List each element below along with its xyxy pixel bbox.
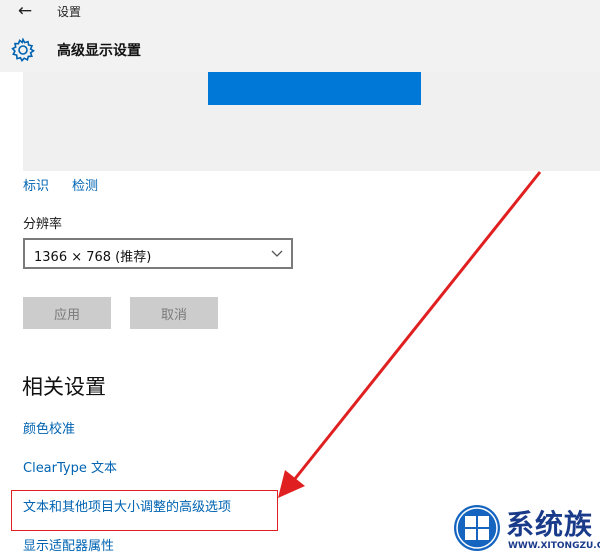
apply-button[interactable]: 应用 [23, 297, 111, 329]
gear-icon [11, 37, 35, 62]
resolution-dropdown[interactable]: 1366 × 768 (推荐) [23, 238, 293, 269]
title-bar: ← 设置 高级显示设置 [0, 0, 600, 72]
display-preview-area [23, 72, 600, 171]
resolution-label: 分辨率 [23, 217, 63, 232]
page-title: 高级显示设置 [57, 43, 141, 59]
detect-link[interactable]: 检测 [72, 175, 98, 194]
color-calibration-link[interactable]: 颜色校准 [23, 418, 75, 437]
watermark-text: 系统族 [506, 508, 594, 541]
resolution-selected-value: 1366 × 768 (推荐) [34, 250, 152, 265]
chevron-down-icon [271, 250, 283, 257]
display-adapter-properties-link[interactable]: 显示适配器属性 [23, 535, 114, 554]
windows-logo-icon [454, 505, 500, 551]
cancel-button[interactable]: 取消 [130, 297, 218, 329]
back-button[interactable]: ← [10, 0, 40, 22]
identify-link[interactable]: 标识 [23, 175, 49, 194]
cleartype-text-link[interactable]: ClearType 文本 [23, 457, 117, 476]
app-title: 设置 [57, 5, 82, 19]
related-settings-title: 相关设置 [22, 375, 106, 399]
monitor-1-tile[interactable] [208, 72, 421, 105]
watermark-logo: 系统族 WWW.XITONGZU.COM [452, 500, 600, 558]
annotation-highlight-box [11, 490, 278, 531]
back-arrow-icon: ← [17, 1, 33, 21]
watermark-url: WWW.XITONGZU.COM [508, 541, 600, 551]
